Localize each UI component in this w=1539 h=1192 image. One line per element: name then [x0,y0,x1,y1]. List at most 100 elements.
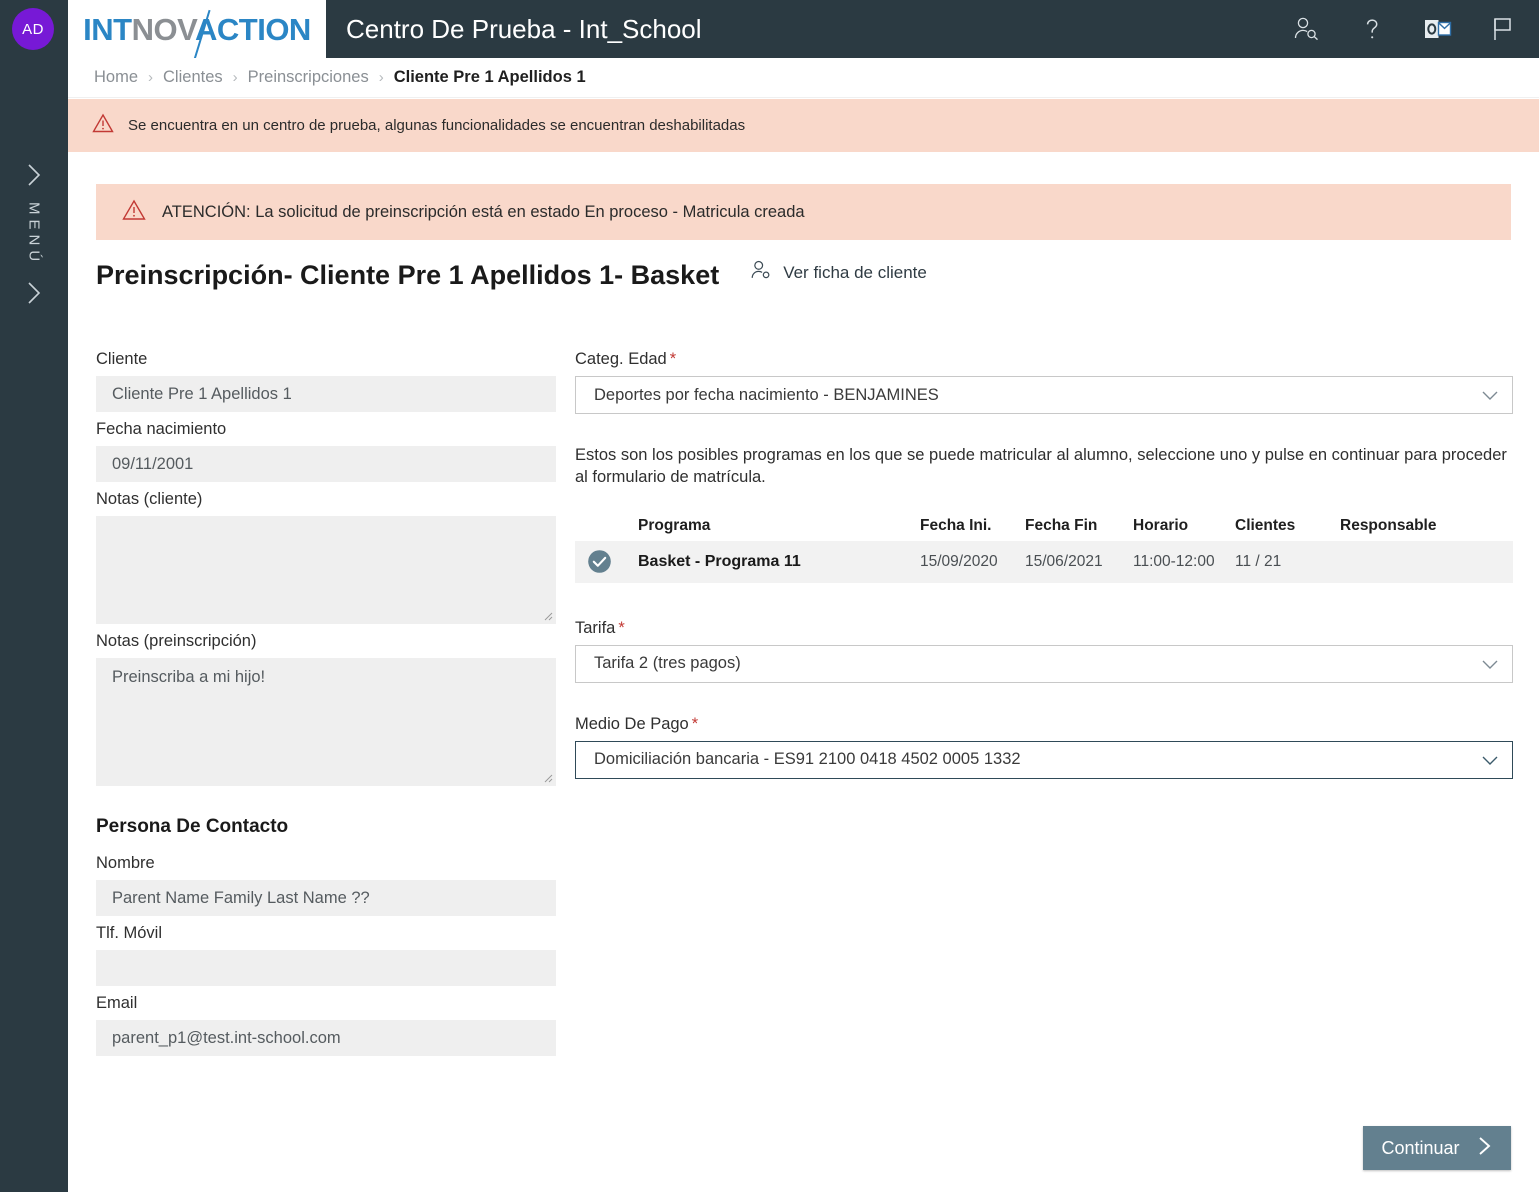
resize-handle-notas-preinscripcion[interactable] [541,771,553,783]
programs-table: Programa Fecha Ini. Fecha Fin Horario Cl… [575,511,1513,583]
input-contacto-nombre: Parent Name Family Last Name ?? [96,880,556,916]
row-selected-check-icon[interactable] [575,549,638,574]
label-contacto-telefono: Tlf. Móvil [96,924,162,942]
input-cliente: Cliente Pre 1 Apellidos 1 [96,376,556,412]
label-tarifa-text: Tarifa [575,618,616,637]
label-medio-pago: Medio De Pago * [575,709,1513,741]
input-contacto-telefono [96,950,556,986]
field-notas-preinscripcion: Notas (preinscripción) Preinscriba a mi … [96,626,556,786]
right-form-column: Categ. Edad * Deportes por fecha nacimien… [575,344,1513,781]
logo-part-1: INT [83,11,132,47]
brand-logo-text: INTNOVACTION [83,9,311,58]
breadcrumb-separator-1: › [148,69,154,86]
required-asterisk-medio-pago: * [691,714,699,733]
programs-table-header-row: Programa Fecha Ini. Fecha Fin Horario Cl… [575,511,1513,541]
person-search-icon[interactable] [1291,14,1321,44]
field-fecha-nacimiento: Fecha nacimiento 09/11/2001 [96,414,556,482]
breadcrumb-item-clientes[interactable]: Clientes [163,68,223,87]
cell-programa: Basket - Programa 11 [638,552,801,570]
col-header-programa: Programa [638,516,711,534]
value-tarifa: Tarifa 2 (tres pagos) [594,654,741,673]
label-medio-pago-text: Medio De Pago [575,714,689,733]
input-fecha-nacimiento: 09/11/2001 [96,446,556,482]
field-contacto-nombre: Nombre Parent Name Family Last Name ?? [96,848,556,916]
required-asterisk-categ-edad: * [669,350,677,368]
person-card-icon [749,258,773,287]
top-bar-icons [1291,0,1517,58]
breadcrumb-item-preinscripciones[interactable]: Preinscripciones [248,68,369,87]
breadcrumb-separator-3: › [378,69,384,86]
textarea-notas-preinscripcion[interactable]: Preinscriba a mi hijo! [96,658,556,786]
chevron-right-icon-bottom[interactable] [25,276,43,310]
chevron-right-icon-continuar [1476,1135,1493,1162]
page-app-title: Centro De Prueba - Int_School [346,13,702,44]
cell-fecha-fin: 15/06/2021 [1025,552,1103,570]
page-header: Preinscripción- Cliente Pre 1 Apellidos … [96,258,927,289]
warning-triangle-icon [92,113,114,138]
page-title: Preinscripción- Cliente Pre 1 Apellidos … [96,260,720,290]
brand-logo[interactable]: INTNOVACTION [68,0,326,58]
persona-contacto-heading: Persona De Contacto [96,816,289,837]
value-contacto-email: parent_p1@test.int-school.com [112,1028,341,1047]
select-medio-pago[interactable]: Domiciliación bancaria - ES91 2100 0418 … [575,740,1513,779]
cell-clientes: 11 / 21 [1235,552,1282,570]
global-warning-text: Se encuentra en un centro de prueba, alg… [128,117,746,134]
field-cliente: Cliente Cliente Pre 1 Apellidos 1 [96,344,556,412]
breadcrumb-separator-2: › [232,69,238,86]
breadcrumb-item-current: Cliente Pre 1 Apellidos 1 [393,68,586,86]
label-cliente: Cliente [96,350,148,368]
chevron-down-icon-medio-pago [1480,753,1500,767]
app-root: AD MENÚ INTNOVACTION Centro De Prueba - … [0,0,1539,1192]
rail-menu-label: MENÚ [25,202,43,267]
value-medio-pago: Domiciliación bancaria - ES91 2100 0418 … [594,750,1021,769]
col-header-fecha-ini: Fecha Ini. [920,516,992,534]
label-contacto-email: Email [96,994,138,1012]
help-question-icon[interactable] [1357,14,1387,44]
cell-horario: 11:00-12:00 [1133,552,1215,570]
field-contacto-email: Email parent_p1@test.int-school.com [96,988,556,1056]
ver-ficha-cliente-label: Ver ficha de cliente [783,262,927,282]
breadcrumb: Home › Clientes › Preinscripciones › Cli… [68,58,1539,98]
col-header-responsable: Responsable [1340,516,1437,534]
global-warning-banner: Se encuentra en un centro de prueba, alg… [68,99,1539,152]
col-header-fecha-fin: Fecha Fin [1025,516,1098,534]
required-asterisk-tarifa: * [618,618,625,637]
value-fecha-nacimiento: 09/11/2001 [112,454,194,473]
field-categ-edad: Categ. Edad * Deportes por fecha nacimien… [575,344,1513,414]
label-notas-cliente: Notas (cliente) [96,490,203,508]
breadcrumb-item-home[interactable]: Home [94,68,138,87]
label-tarifa: Tarifa * [575,613,1513,645]
select-tarifa[interactable]: Tarifa 2 (tres pagos) [575,644,1513,683]
status-notice-banner: ATENCIÓN: La solicitud de preinscripción… [96,184,1511,240]
textarea-notas-cliente[interactable] [96,516,556,624]
logo-part-3: ACTION [195,11,311,47]
value-categ-edad: Deportes por fecha nacimiento - BENJAMIN… [594,385,939,404]
chevron-down-icon-categ-edad [1480,388,1500,402]
value-cliente: Cliente Pre 1 Apellidos 1 [112,384,292,403]
outlook-icon[interactable] [1423,15,1453,43]
label-fecha-nacimiento: Fecha nacimiento [96,420,227,438]
resize-handle-notas-cliente[interactable] [541,609,553,621]
select-categ-edad[interactable]: Deportes por fecha nacimiento - BENJAMIN… [575,376,1513,414]
status-notice-text: ATENCIÓN: La solicitud de preinscripción… [162,202,805,221]
programs-helper-text: Estos son los posibles programas en los … [575,446,1507,487]
input-contacto-email: parent_p1@test.int-school.com [96,1020,556,1056]
value-notas-preinscripcion: Preinscriba a mi hijo! [112,668,266,686]
chevron-down-icon-tarifa [1480,657,1500,671]
continuar-button-label: Continuar [1381,1137,1460,1158]
col-header-clientes: Clientes [1235,516,1296,534]
flag-icon[interactable] [1489,14,1517,44]
top-bar: INTNOVACTION Centro De Prueba - Int_Scho… [68,0,1539,58]
content-area: ATENCIÓN: La solicitud de preinscripción… [68,152,1539,1192]
cell-fecha-ini: 15/09/2020 [920,552,998,570]
table-row[interactable]: Basket - Programa 11 15/09/2020 15/06/20… [575,540,1513,583]
label-categ-edad-text: Categ. Edad [575,350,667,368]
avatar[interactable]: AD [12,8,54,50]
continuar-button[interactable]: Continuar [1363,1126,1511,1170]
left-rail: AD MENÚ [0,0,68,1192]
rail-menu[interactable]: MENÚ [0,158,68,310]
notice-warning-triangle-icon [122,199,146,226]
ver-ficha-cliente-link[interactable]: Ver ficha de cliente [749,258,927,289]
chevron-right-icon-top[interactable] [25,158,43,192]
field-tarifa: Tarifa * Tarifa 2 (tres pagos) [575,613,1513,683]
